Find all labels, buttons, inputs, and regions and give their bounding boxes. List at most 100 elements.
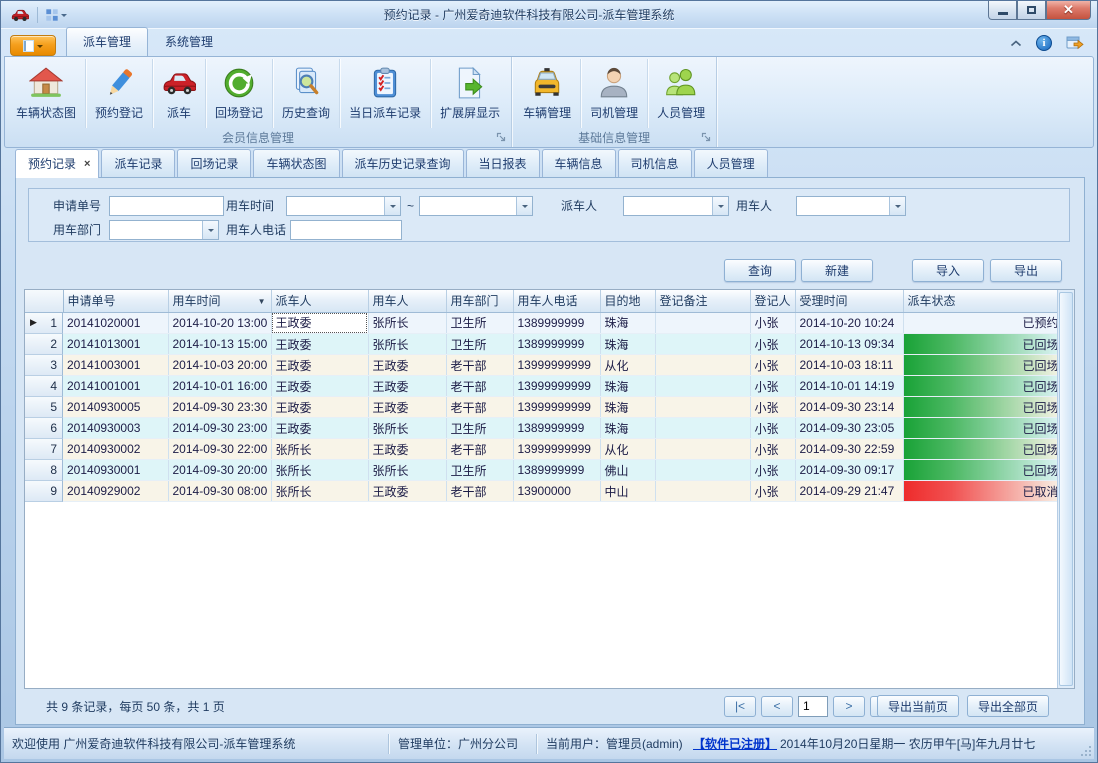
cell-remark[interactable] <box>655 355 750 376</box>
cell-order[interactable]: 20141020001 <box>63 312 168 334</box>
export-button[interactable]: 导出 <box>990 259 1062 282</box>
cell-order[interactable]: 20140930003 <box>63 418 168 439</box>
cell-user[interactable]: 王政委 <box>368 481 446 502</box>
col-order-no[interactable]: 申请单号 <box>63 290 168 312</box>
scrollbar-thumb[interactable] <box>1059 292 1073 686</box>
cell-accepted[interactable]: 2014-09-30 22:59 <box>795 439 903 460</box>
cell-user[interactable]: 王政委 <box>368 397 446 418</box>
page-number-input[interactable] <box>798 696 828 717</box>
table-row[interactable]: 8201409300012014-09-30 20:00张所长张所长卫生所138… <box>25 460 1063 481</box>
col-accepted-time[interactable]: 受理时间 <box>795 290 903 312</box>
cell-dept[interactable]: 卫生所 <box>446 334 513 355</box>
cell-remark[interactable] <box>655 312 750 334</box>
app-menu-button[interactable] <box>10 35 56 56</box>
phone-input[interactable] <box>290 220 402 240</box>
cell-user[interactable]: 张所长 <box>368 460 446 481</box>
cell-dept[interactable]: 老干部 <box>446 397 513 418</box>
table-row[interactable]: 6201409300032014-09-30 23:00王政委张所长卫生所138… <box>25 418 1063 439</box>
cell-phone[interactable]: 13999999999 <box>513 376 600 397</box>
cell-phone[interactable]: 13900000 <box>513 481 600 502</box>
cell-remark[interactable] <box>655 376 750 397</box>
cell-dept[interactable]: 老干部 <box>446 355 513 376</box>
cell-dest[interactable]: 珠海 <box>600 418 655 439</box>
tab-dispatch-history-query[interactable]: 派车历史记录查询 <box>342 149 464 178</box>
combo-arrow-icon[interactable] <box>384 197 400 215</box>
export-current-page-button[interactable]: 导出当前页 <box>877 695 959 717</box>
license-registered-link[interactable]: 【软件已注册】 <box>693 728 777 760</box>
col-phone[interactable]: 用车人电话 <box>513 290 600 312</box>
col-dispatch-status[interactable]: 派车状态 <box>903 290 1063 312</box>
cell-reg[interactable]: 小张 <box>750 439 795 460</box>
first-page-button[interactable]: |< <box>724 696 756 717</box>
tab-reservation-records[interactable]: 预约记录 × <box>15 149 99 178</box>
extended-screen-button[interactable]: 扩展屏显示 <box>431 59 509 128</box>
cell-user[interactable]: 王政委 <box>368 355 446 376</box>
return-register-button[interactable]: 回场登记 <box>206 59 273 128</box>
tab-personnel-management[interactable]: 人员管理 <box>694 149 768 178</box>
cell-reg[interactable]: 小张 <box>750 312 795 334</box>
cell-remark[interactable] <box>655 397 750 418</box>
combo-arrow-icon[interactable] <box>516 197 532 215</box>
ribbon-tab-system-management[interactable]: 系统管理 <box>148 27 230 56</box>
cell-phone[interactable]: 1389999999 <box>513 418 600 439</box>
col-dispatcher[interactable]: 派车人 <box>271 290 368 312</box>
cell-status[interactable]: 已回场 <box>903 439 1063 460</box>
cell-reg[interactable]: 小张 <box>750 481 795 502</box>
cell-time[interactable]: 2014-09-30 20:00 <box>168 460 271 481</box>
vehicle-status-map-button[interactable]: 车辆状态图 <box>7 59 86 128</box>
cell-order[interactable]: 20140929002 <box>63 481 168 502</box>
vehicle-management-button[interactable]: 车辆管理 <box>514 59 581 128</box>
cell-time[interactable]: 2014-09-30 08:00 <box>168 481 271 502</box>
maximize-button[interactable] <box>1017 1 1046 20</box>
tab-vehicle-info[interactable]: 车辆信息 <box>542 149 616 178</box>
cell-status[interactable]: 已取消 <box>903 481 1063 502</box>
cell-status[interactable]: 已回场 <box>903 397 1063 418</box>
cell-dispatcher[interactable]: 王政委 <box>271 418 368 439</box>
col-dept[interactable]: 用车部门 <box>446 290 513 312</box>
cell-dispatcher[interactable]: 张所长 <box>271 481 368 502</box>
cell-dest[interactable]: 从化 <box>600 439 655 460</box>
reservation-register-button[interactable]: 预约登记 <box>86 59 153 128</box>
cell-status[interactable]: 已回场 <box>903 334 1063 355</box>
cell-remark[interactable] <box>655 334 750 355</box>
cell-order[interactable]: 20140930001 <box>63 460 168 481</box>
table-row[interactable]: 3201410030012014-10-03 20:00王政委王政委老干部139… <box>25 355 1063 376</box>
cell-accepted[interactable]: 2014-10-03 18:11 <box>795 355 903 376</box>
cell-phone[interactable]: 1389999999 <box>513 334 600 355</box>
use-time-to-combo[interactable] <box>419 196 533 216</box>
create-button[interactable]: 新建 <box>801 259 873 282</box>
cell-remark[interactable] <box>655 418 750 439</box>
cell-dept[interactable]: 老干部 <box>446 481 513 502</box>
col-destination[interactable]: 目的地 <box>600 290 655 312</box>
prev-page-button[interactable]: < <box>761 696 793 717</box>
table-row[interactable]: 4201410010012014-10-01 16:00王政委王政委老干部139… <box>25 376 1063 397</box>
resize-grip[interactable] <box>1080 745 1092 757</box>
quick-access-toolbar-button[interactable] <box>42 6 70 24</box>
cell-user[interactable]: 张所长 <box>368 312 446 334</box>
table-row[interactable]: ▶1201410200012014-10-20 13:00王政委张所长卫生所13… <box>25 312 1063 334</box>
cell-dest[interactable]: 中山 <box>600 481 655 502</box>
cell-order[interactable]: 20141001001 <box>63 376 168 397</box>
cell-phone[interactable]: 1389999999 <box>513 460 600 481</box>
info-icon[interactable]: i <box>1036 35 1052 51</box>
cell-time[interactable]: 2014-09-30 22:00 <box>168 439 271 460</box>
collapse-ribbon-button[interactable] <box>1010 39 1022 47</box>
cell-dest[interactable]: 珠海 <box>600 312 655 334</box>
dispatcher-combo[interactable] <box>623 196 729 216</box>
close-button[interactable]: ✕ <box>1046 1 1091 20</box>
dept-combo[interactable] <box>109 220 219 240</box>
ribbon-tab-dispatch-management[interactable]: 派车管理 <box>66 27 148 56</box>
col-user[interactable]: 用车人 <box>368 290 446 312</box>
cell-status[interactable]: 已回场 <box>903 376 1063 397</box>
cell-dest[interactable]: 珠海 <box>600 376 655 397</box>
cell-dispatcher[interactable]: 王政委 <box>271 355 368 376</box>
cell-accepted[interactable]: 2014-09-30 09:17 <box>795 460 903 481</box>
cell-order[interactable]: 20141013001 <box>63 334 168 355</box>
cell-order[interactable]: 20140930002 <box>63 439 168 460</box>
cell-accepted[interactable]: 2014-09-29 21:47 <box>795 481 903 502</box>
cell-accepted[interactable]: 2014-10-13 09:34 <box>795 334 903 355</box>
cell-status[interactable]: 已回场 <box>903 460 1063 481</box>
tab-driver-info[interactable]: 司机信息 <box>618 149 692 178</box>
dispatch-button[interactable]: 派车 <box>153 59 206 128</box>
tab-return-records[interactable]: 回场记录 <box>177 149 251 178</box>
